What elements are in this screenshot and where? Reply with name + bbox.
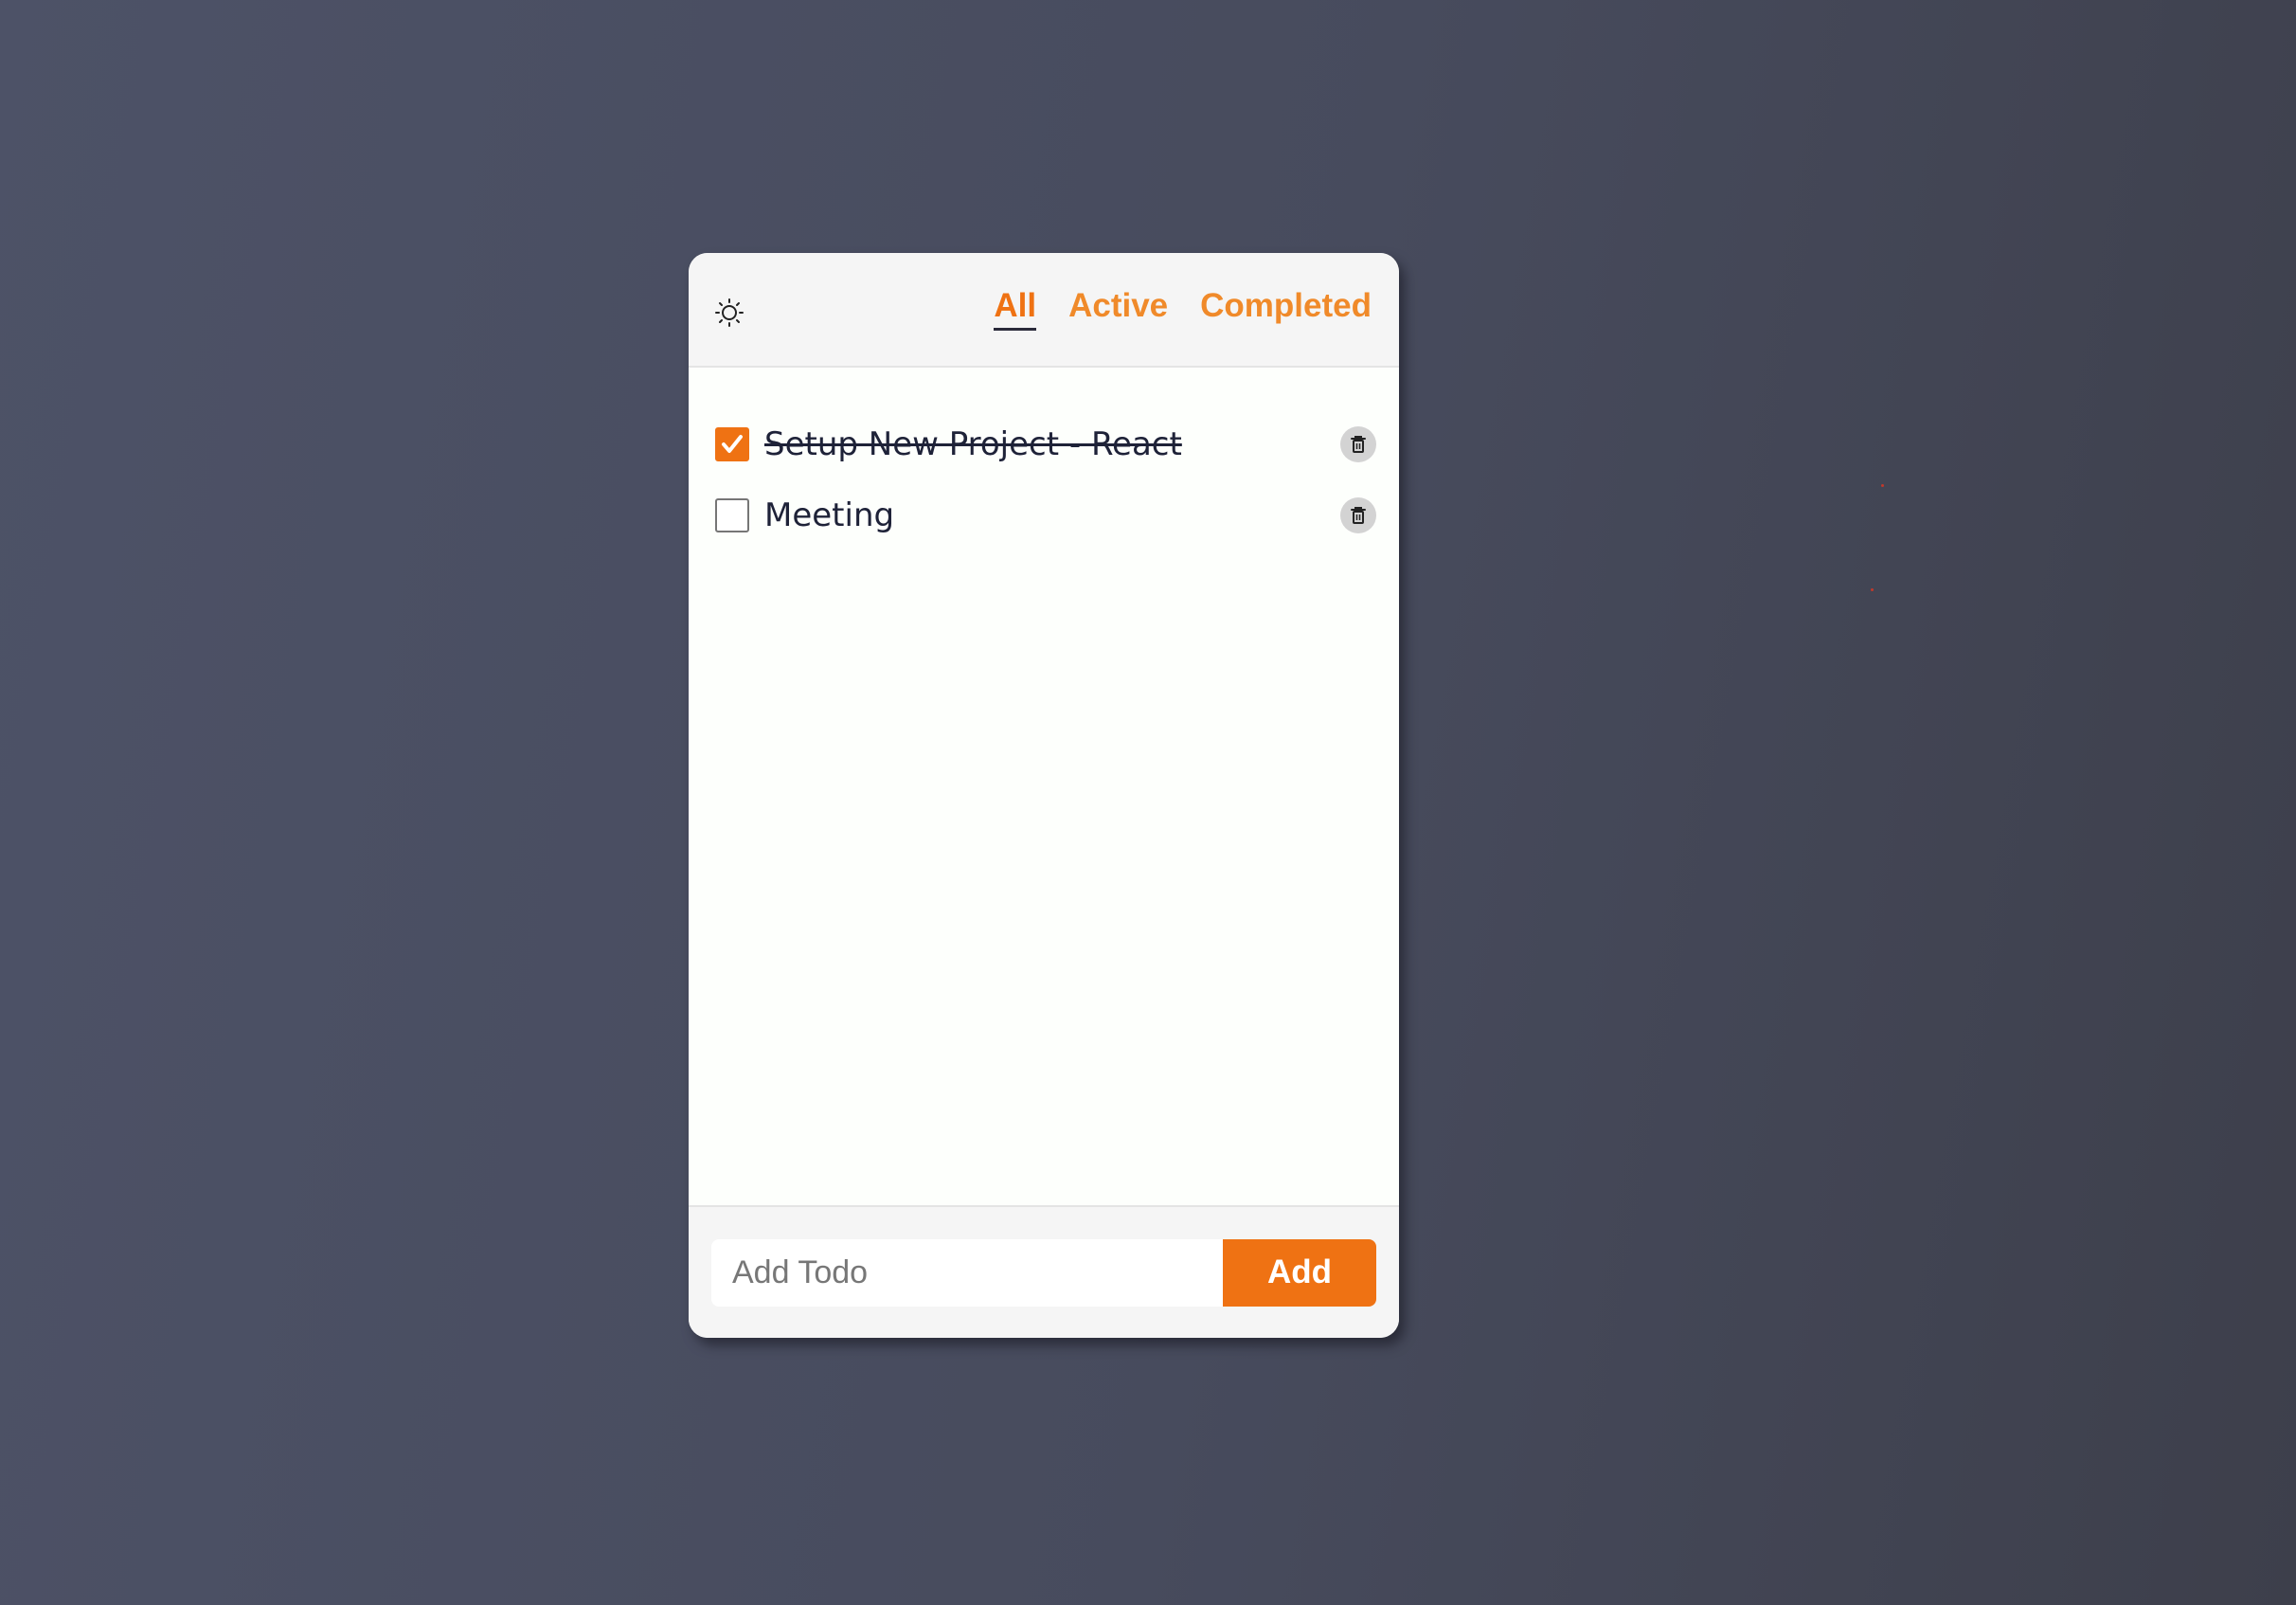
todo-item: Setup New Project - React bbox=[715, 408, 1376, 479]
todo-checkbox[interactable] bbox=[715, 497, 749, 532]
todo-text: Meeting bbox=[764, 496, 895, 534]
tab-all[interactable]: All bbox=[994, 287, 1037, 332]
trash-icon bbox=[1351, 506, 1366, 524]
card-header: All Active Completed bbox=[689, 253, 1399, 368]
sun-icon bbox=[715, 298, 744, 327]
decorative-dot bbox=[1881, 484, 1884, 487]
add-todo-form: Add bbox=[689, 1205, 1399, 1338]
todo-item: Meeting bbox=[715, 479, 1376, 550]
add-button[interactable]: Add bbox=[1223, 1238, 1376, 1307]
checkmark-icon bbox=[722, 434, 743, 453]
tab-completed[interactable]: Completed bbox=[1200, 287, 1372, 332]
filter-tabs: All Active Completed bbox=[994, 287, 1372, 332]
add-todo-input[interactable] bbox=[711, 1238, 1223, 1307]
tab-active[interactable]: Active bbox=[1068, 287, 1168, 332]
delete-todo-button[interactable] bbox=[1340, 496, 1376, 533]
todo-text: Setup New Project - React bbox=[764, 424, 1182, 463]
todo-checkbox[interactable] bbox=[715, 426, 749, 461]
todo-list: Setup New Project - React Meeting bbox=[689, 368, 1399, 1205]
todo-card: All Active Completed Setup New Project -… bbox=[689, 253, 1399, 1338]
theme-toggle-button[interactable] bbox=[711, 295, 747, 331]
decorative-dot bbox=[1871, 588, 1874, 591]
delete-todo-button[interactable] bbox=[1340, 425, 1376, 462]
trash-icon bbox=[1351, 435, 1366, 453]
